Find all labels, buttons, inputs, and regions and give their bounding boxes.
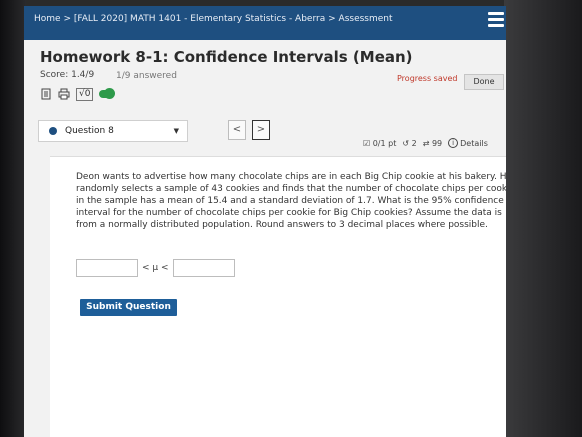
lower-bound-input[interactable] xyxy=(76,259,138,277)
details-link[interactable]: i Details xyxy=(448,138,488,148)
retries-count: ↺ 2 xyxy=(402,139,416,148)
question-meta: ☑ 0/1 pt ↺ 2 ⇄ 99 i Details xyxy=(363,138,488,148)
top-nav-bar: Home > [FALL 2020] MATH 1401 - Elementar… xyxy=(24,6,506,40)
checkbox-icon: ☑ xyxy=(363,138,371,148)
upper-bound-input[interactable] xyxy=(172,259,235,277)
breadcrumb-course-link[interactable]: [FALL 2020] MATH 1401 - Elementary Stati… xyxy=(74,14,325,24)
chevron-down-icon: ▼ xyxy=(173,127,179,135)
page-title: Homework 8-1: Confidence Intervals (Mean… xyxy=(40,48,413,66)
points-label: 0/1 pt xyxy=(372,138,397,148)
score-label: Score: 1.4/9 xyxy=(40,70,95,80)
answer-row: < μ < xyxy=(76,259,235,277)
next-question-button[interactable]: > xyxy=(252,120,270,140)
retries-label: 2 xyxy=(411,138,417,148)
breadcrumb-home-link[interactable]: Home xyxy=(34,14,61,24)
progress-status: Progress saved xyxy=(397,74,458,83)
question-select[interactable]: Question 8 ▼ xyxy=(38,120,188,142)
attempts-icon: ⇄ xyxy=(422,138,430,148)
monitor-right-bezel xyxy=(504,0,582,437)
sqrt-icon[interactable]: √0 xyxy=(76,87,94,101)
retry-icon: ↺ xyxy=(402,138,410,148)
done-button[interactable]: Done xyxy=(464,74,504,90)
monitor-left-bezel xyxy=(0,0,26,437)
assignment-toolbar: √0 xyxy=(40,86,116,102)
document-icon[interactable] xyxy=(40,88,52,100)
browser-screen: Home > [FALL 2020] MATH 1401 - Elementar… xyxy=(24,6,506,437)
question-text: Deon wants to advertise how many chocola… xyxy=(76,172,506,230)
hamburger-menu-icon[interactable] xyxy=(488,12,504,30)
question-status-dot xyxy=(49,127,57,135)
points-score: ☑ 0/1 pt xyxy=(363,139,396,148)
breadcrumb-assessment: Assessment xyxy=(338,14,393,24)
breadcrumb-separator: > xyxy=(63,14,71,24)
question-select-value: Question 8 xyxy=(65,126,114,136)
breadcrumb-separator: > xyxy=(328,14,336,24)
breadcrumb: Home > [FALL 2020] MATH 1401 - Elementar… xyxy=(34,14,393,24)
answered-count: 1/9 answered xyxy=(116,71,177,81)
question-nav-bar: Question 8 ▼ < > ☑ 0/1 pt ↺ 2 ⇄ 99 i Det… xyxy=(38,118,506,150)
math-toggle[interactable] xyxy=(99,88,116,99)
attempts-label: 99 xyxy=(431,138,443,148)
details-label: Details xyxy=(460,138,488,148)
prev-question-button[interactable]: < xyxy=(228,120,246,140)
mu-inequality: < μ < xyxy=(142,263,169,273)
printer-icon[interactable] xyxy=(58,88,70,100)
submit-question-button[interactable]: Submit Question xyxy=(80,299,177,316)
attempts-count: ⇄ 99 xyxy=(423,139,442,148)
question-card: Deon wants to advertise how many chocola… xyxy=(50,156,506,437)
info-icon: i xyxy=(448,138,459,148)
